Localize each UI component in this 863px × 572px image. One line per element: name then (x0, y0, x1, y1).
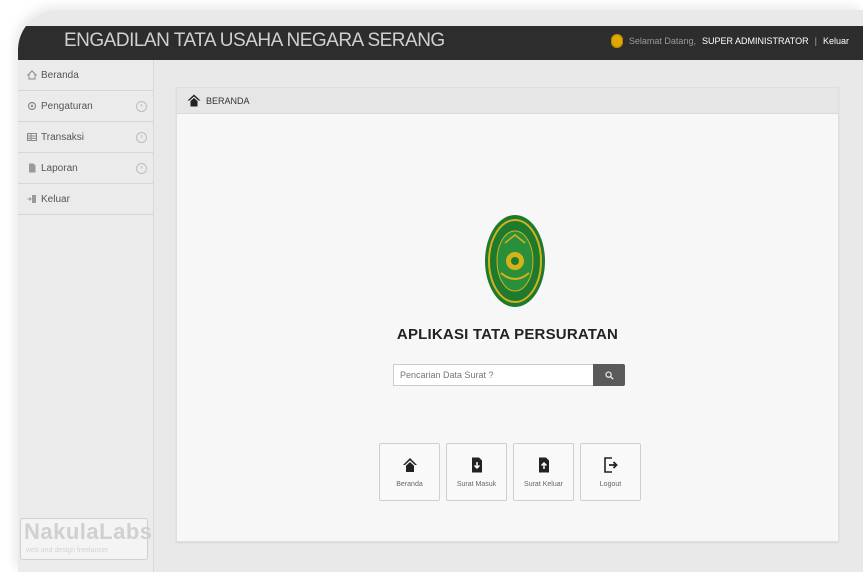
breadcrumb-label: BERANDA (206, 95, 250, 106)
chevron-right-icon: › (136, 163, 147, 174)
tile-surat-masuk[interactable]: Surat Masuk (446, 443, 507, 501)
chevron-right-icon: › (136, 101, 147, 112)
tile-surat-keluar[interactable]: Surat Keluar (513, 443, 574, 501)
sidebar: Beranda Pengaturan › Transaksi › Laporan… (18, 60, 154, 572)
logout-icon (27, 195, 36, 203)
file-out-icon (538, 457, 549, 473)
separator: | (814, 36, 817, 46)
sidebar-item-label: Transaksi (41, 131, 84, 143)
file-in-icon (471, 457, 482, 473)
brand-tagline: web and design freelancer (26, 547, 109, 554)
logout-icon (603, 457, 618, 473)
app-window: ENGADILAN TATA USAHA NEGARA SERANG Selam… (18, 10, 863, 572)
sidebar-item-pengaturan[interactable]: Pengaturan › (18, 91, 153, 122)
chevron-right-icon: › (136, 132, 147, 143)
home-icon (187, 94, 201, 107)
table-icon (27, 133, 37, 141)
home-icon (402, 458, 417, 472)
tile-label: Logout (599, 481, 622, 488)
search-icon (604, 370, 614, 380)
home-icon (27, 70, 37, 80)
search-input[interactable] (393, 364, 593, 386)
shortcut-tiles: Beranda Surat Masuk Surat Keluar Logout (379, 443, 641, 501)
sidebar-item-label: Keluar (41, 193, 70, 205)
sidebar-item-transaksi[interactable]: Transaksi › (18, 122, 153, 153)
search-button[interactable] (593, 364, 625, 386)
app-title: ENGADILAN TATA USAHA NEGARA SERANG (64, 30, 445, 51)
gear-icon (27, 101, 37, 111)
main-panel: BERANDA APLIKASI TATA PERSURATAN Beranda (176, 87, 839, 542)
app-heading: APLIKASI TATA PERSURATAN (396, 326, 619, 343)
document-icon (29, 163, 36, 173)
sidebar-item-label: Beranda (41, 69, 79, 81)
header-logout-link[interactable]: Keluar (823, 36, 849, 46)
brand-name: NakulaLabs (24, 519, 153, 544)
sidebar-item-keluar[interactable]: Keluar (18, 184, 153, 215)
tile-label: Surat Masuk (456, 481, 497, 488)
breadcrumb: BERANDA (177, 88, 838, 114)
user-avatar-icon (610, 34, 623, 48)
tile-label: Beranda (396, 481, 423, 488)
tile-beranda[interactable]: Beranda (379, 443, 440, 501)
brand-logo: NakulaLabs web and design freelancer (20, 518, 152, 560)
sidebar-item-laporan[interactable]: Laporan › (18, 153, 153, 184)
tile-logout[interactable]: Logout (580, 443, 641, 501)
sidebar-item-label: Pengaturan (41, 100, 93, 112)
sidebar-item-beranda[interactable]: Beranda (18, 60, 153, 91)
welcome-text: Selamat Datang, (628, 36, 696, 46)
search-bar (393, 364, 625, 386)
sidebar-item-label: Laporan (41, 162, 78, 174)
court-emblem-logo (485, 215, 545, 307)
tile-label: Surat Keluar (524, 481, 563, 488)
user-area: Selamat Datang, SUPER ADMINISTRATOR | Ke… (610, 34, 849, 48)
user-name: SUPER ADMINISTRATOR (701, 36, 809, 46)
